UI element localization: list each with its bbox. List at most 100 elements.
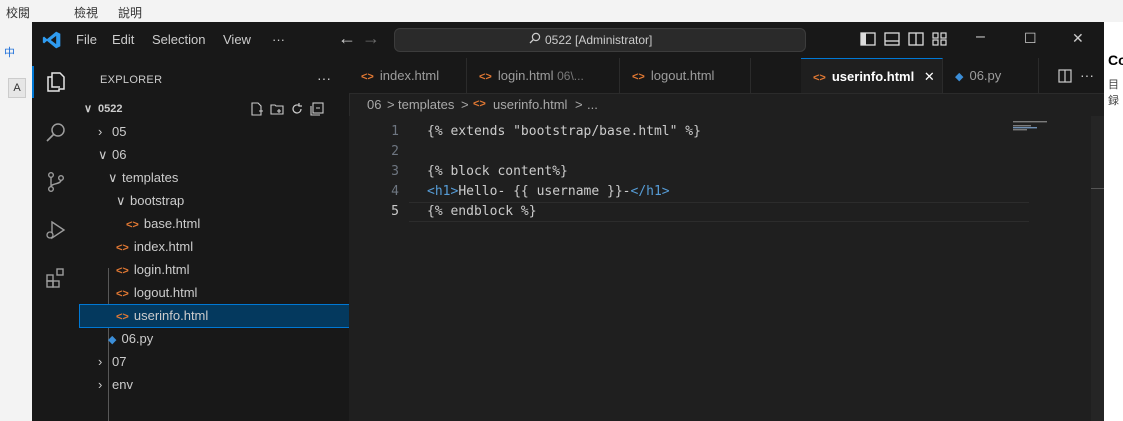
new-folder-icon[interactable] xyxy=(270,102,284,116)
restore-button[interactable]: ☐ xyxy=(1024,30,1037,47)
tree-item-label: 06 xyxy=(112,147,127,162)
vscode-logo-icon xyxy=(42,31,61,49)
bg-menu-review[interactable]: 校閱 xyxy=(6,4,30,21)
tree-item[interactable]: ◆ 06.py xyxy=(80,328,349,350)
background-left-strip: 中 A xyxy=(0,22,32,421)
refresh-icon[interactable] xyxy=(290,102,304,116)
split-editor-icon[interactable] xyxy=(1058,69,1072,83)
tree-item[interactable]: ∨ templates xyxy=(80,167,349,189)
tree-item-label: bootstrap xyxy=(130,193,185,208)
html-close-tag: </h1> xyxy=(630,184,670,199)
tree-item[interactable]: ∨ bootstrap xyxy=(80,190,349,212)
tree-item[interactable]: <> logout.html xyxy=(80,282,349,304)
code-line[interactable]: {% extends "bootstrap/base.html" %} xyxy=(427,124,701,139)
tab-login-html[interactable]: <> login.html 06\... xyxy=(467,58,620,93)
breadcrumb-separator: > xyxy=(575,97,583,112)
tab-label: index.html xyxy=(379,68,440,83)
chevron-right-icon: › xyxy=(98,124,103,139)
back-arrow-icon[interactable]: ← xyxy=(338,28,356,49)
collapse-all-icon[interactable] xyxy=(310,102,324,116)
ime-mode-box[interactable]: A xyxy=(8,78,26,98)
source-control-icon[interactable] xyxy=(44,170,68,194)
close-button[interactable]: ✕ xyxy=(1072,30,1084,47)
tab-index-html[interactable]: <> index.html xyxy=(349,58,467,93)
html-file-icon: <> xyxy=(632,71,645,83)
tab-label: login.html xyxy=(497,68,554,83)
explorer-files-icon[interactable] xyxy=(44,70,68,94)
html-file-icon: <> xyxy=(116,242,129,254)
scrollbar-thumb[interactable] xyxy=(1091,188,1104,189)
line-number: 4 xyxy=(391,184,399,199)
breadcrumb-item[interactable]: ... xyxy=(587,97,598,112)
tree-root-0522[interactable]: ∨ 0522 xyxy=(80,98,349,120)
chevron-down-icon: ∨ xyxy=(108,170,118,185)
tree-item[interactable]: › env xyxy=(80,374,349,396)
bg-right-subtext: 目録 xyxy=(1108,79,1119,107)
activity-bar xyxy=(32,58,81,421)
chevron-down-icon: ∨ xyxy=(84,103,93,115)
toggle-panel-icon[interactable] xyxy=(884,32,900,46)
tab-06-py[interactable]: ◆ 06.py xyxy=(943,58,1039,93)
code-line[interactable]: <h1>Hello- {{ username }}-</h1> xyxy=(427,184,670,199)
html-file-icon: <> xyxy=(126,219,139,231)
toggle-secondary-sidebar-icon[interactable] xyxy=(908,32,924,46)
bg-menu-help[interactable]: 說明 xyxy=(118,4,142,21)
tab-logout-html[interactable]: <> logout.html xyxy=(620,58,751,93)
tree-item[interactable]: › 07 xyxy=(80,351,349,373)
html-file-icon: <> xyxy=(473,98,486,110)
tab-path-hint: 06\... xyxy=(557,69,584,83)
menu-file[interactable]: File xyxy=(76,32,97,47)
minimize-button[interactable]: – xyxy=(976,28,985,46)
new-file-icon[interactable] xyxy=(250,102,264,116)
code-line[interactable]: {% block content%} xyxy=(427,164,568,179)
code-line[interactable]: {% endblock %} xyxy=(427,204,537,219)
python-file-icon: ◆ xyxy=(108,334,117,346)
code-editor[interactable]: 1 2 3 4 5 {% extends "bootstrap/base.htm… xyxy=(349,116,1104,421)
toggle-primary-sidebar-icon[interactable] xyxy=(860,32,876,46)
menu-selection[interactable]: Selection xyxy=(152,32,205,47)
breadcrumb-separator: > xyxy=(387,97,395,112)
background-menubar: 校閱 檢視 說明 xyxy=(0,0,1123,22)
vertical-scrollbar[interactable] xyxy=(1091,116,1104,421)
tab-label: 06.py xyxy=(969,68,1002,83)
menu-edit[interactable]: Edit xyxy=(112,32,134,47)
tree-item-selected[interactable]: <> userinfo.html xyxy=(79,304,350,328)
explorer-more-button[interactable]: ··· xyxy=(317,70,331,86)
tree-item[interactable]: <> index.html xyxy=(80,236,349,258)
chevron-right-icon: › xyxy=(98,354,103,369)
search-icon[interactable] xyxy=(44,120,68,144)
breadcrumb-item[interactable]: userinfo.html xyxy=(493,97,567,112)
html-file-icon: <> xyxy=(116,311,129,323)
background-right-strip: Co 目録 xyxy=(1104,22,1123,421)
editor-more-actions-button[interactable]: ··· xyxy=(1080,67,1094,83)
tree-item-label: login.html xyxy=(133,262,190,277)
breadcrumb-item[interactable]: templates xyxy=(398,97,454,112)
html-file-icon: <> xyxy=(361,71,374,83)
extensions-icon[interactable] xyxy=(44,266,68,290)
tree-root-label: 0522 xyxy=(98,103,123,115)
menu-more[interactable]: ··· xyxy=(272,32,285,47)
tree-item[interactable]: <> base.html xyxy=(80,213,349,235)
explorer-header: EXPLORER xyxy=(100,74,163,86)
explorer-sidebar: EXPLORER ··· ∨ 0522 › 05 ∨ 06 ∨ templates ∨ b… xyxy=(79,58,350,421)
vscode-window: File Edit Selection View ··· ← → 0522 [A… xyxy=(32,22,1104,421)
tree-item[interactable]: <> login.html xyxy=(80,259,349,281)
breadcrumb-item[interactable]: 06 xyxy=(367,97,381,112)
command-center-search[interactable]: 0522 [Administrator] xyxy=(394,28,806,52)
tree-item-label: 07 xyxy=(112,354,127,369)
forward-arrow-icon[interactable]: → xyxy=(362,28,380,49)
html-file-icon: <> xyxy=(116,288,129,300)
minimap[interactable] xyxy=(1013,120,1073,140)
ime-indicator[interactable]: 中 xyxy=(4,44,15,60)
tab-close-icon[interactable]: ✕ xyxy=(924,69,935,84)
menu-view[interactable]: View xyxy=(223,32,251,47)
line-number: 5 xyxy=(391,204,399,219)
breadcrumb-separator: > xyxy=(461,97,469,112)
run-debug-icon[interactable] xyxy=(44,218,68,242)
tab-userinfo-html[interactable]: <> userinfo.html ✕ xyxy=(801,58,943,93)
customize-layout-icon[interactable] xyxy=(932,32,948,46)
tree-item-label: env xyxy=(112,377,133,392)
tree-item[interactable]: ∨ 06 xyxy=(80,144,349,166)
tree-item[interactable]: › 05 xyxy=(80,121,349,143)
bg-menu-view[interactable]: 檢視 xyxy=(74,4,98,21)
